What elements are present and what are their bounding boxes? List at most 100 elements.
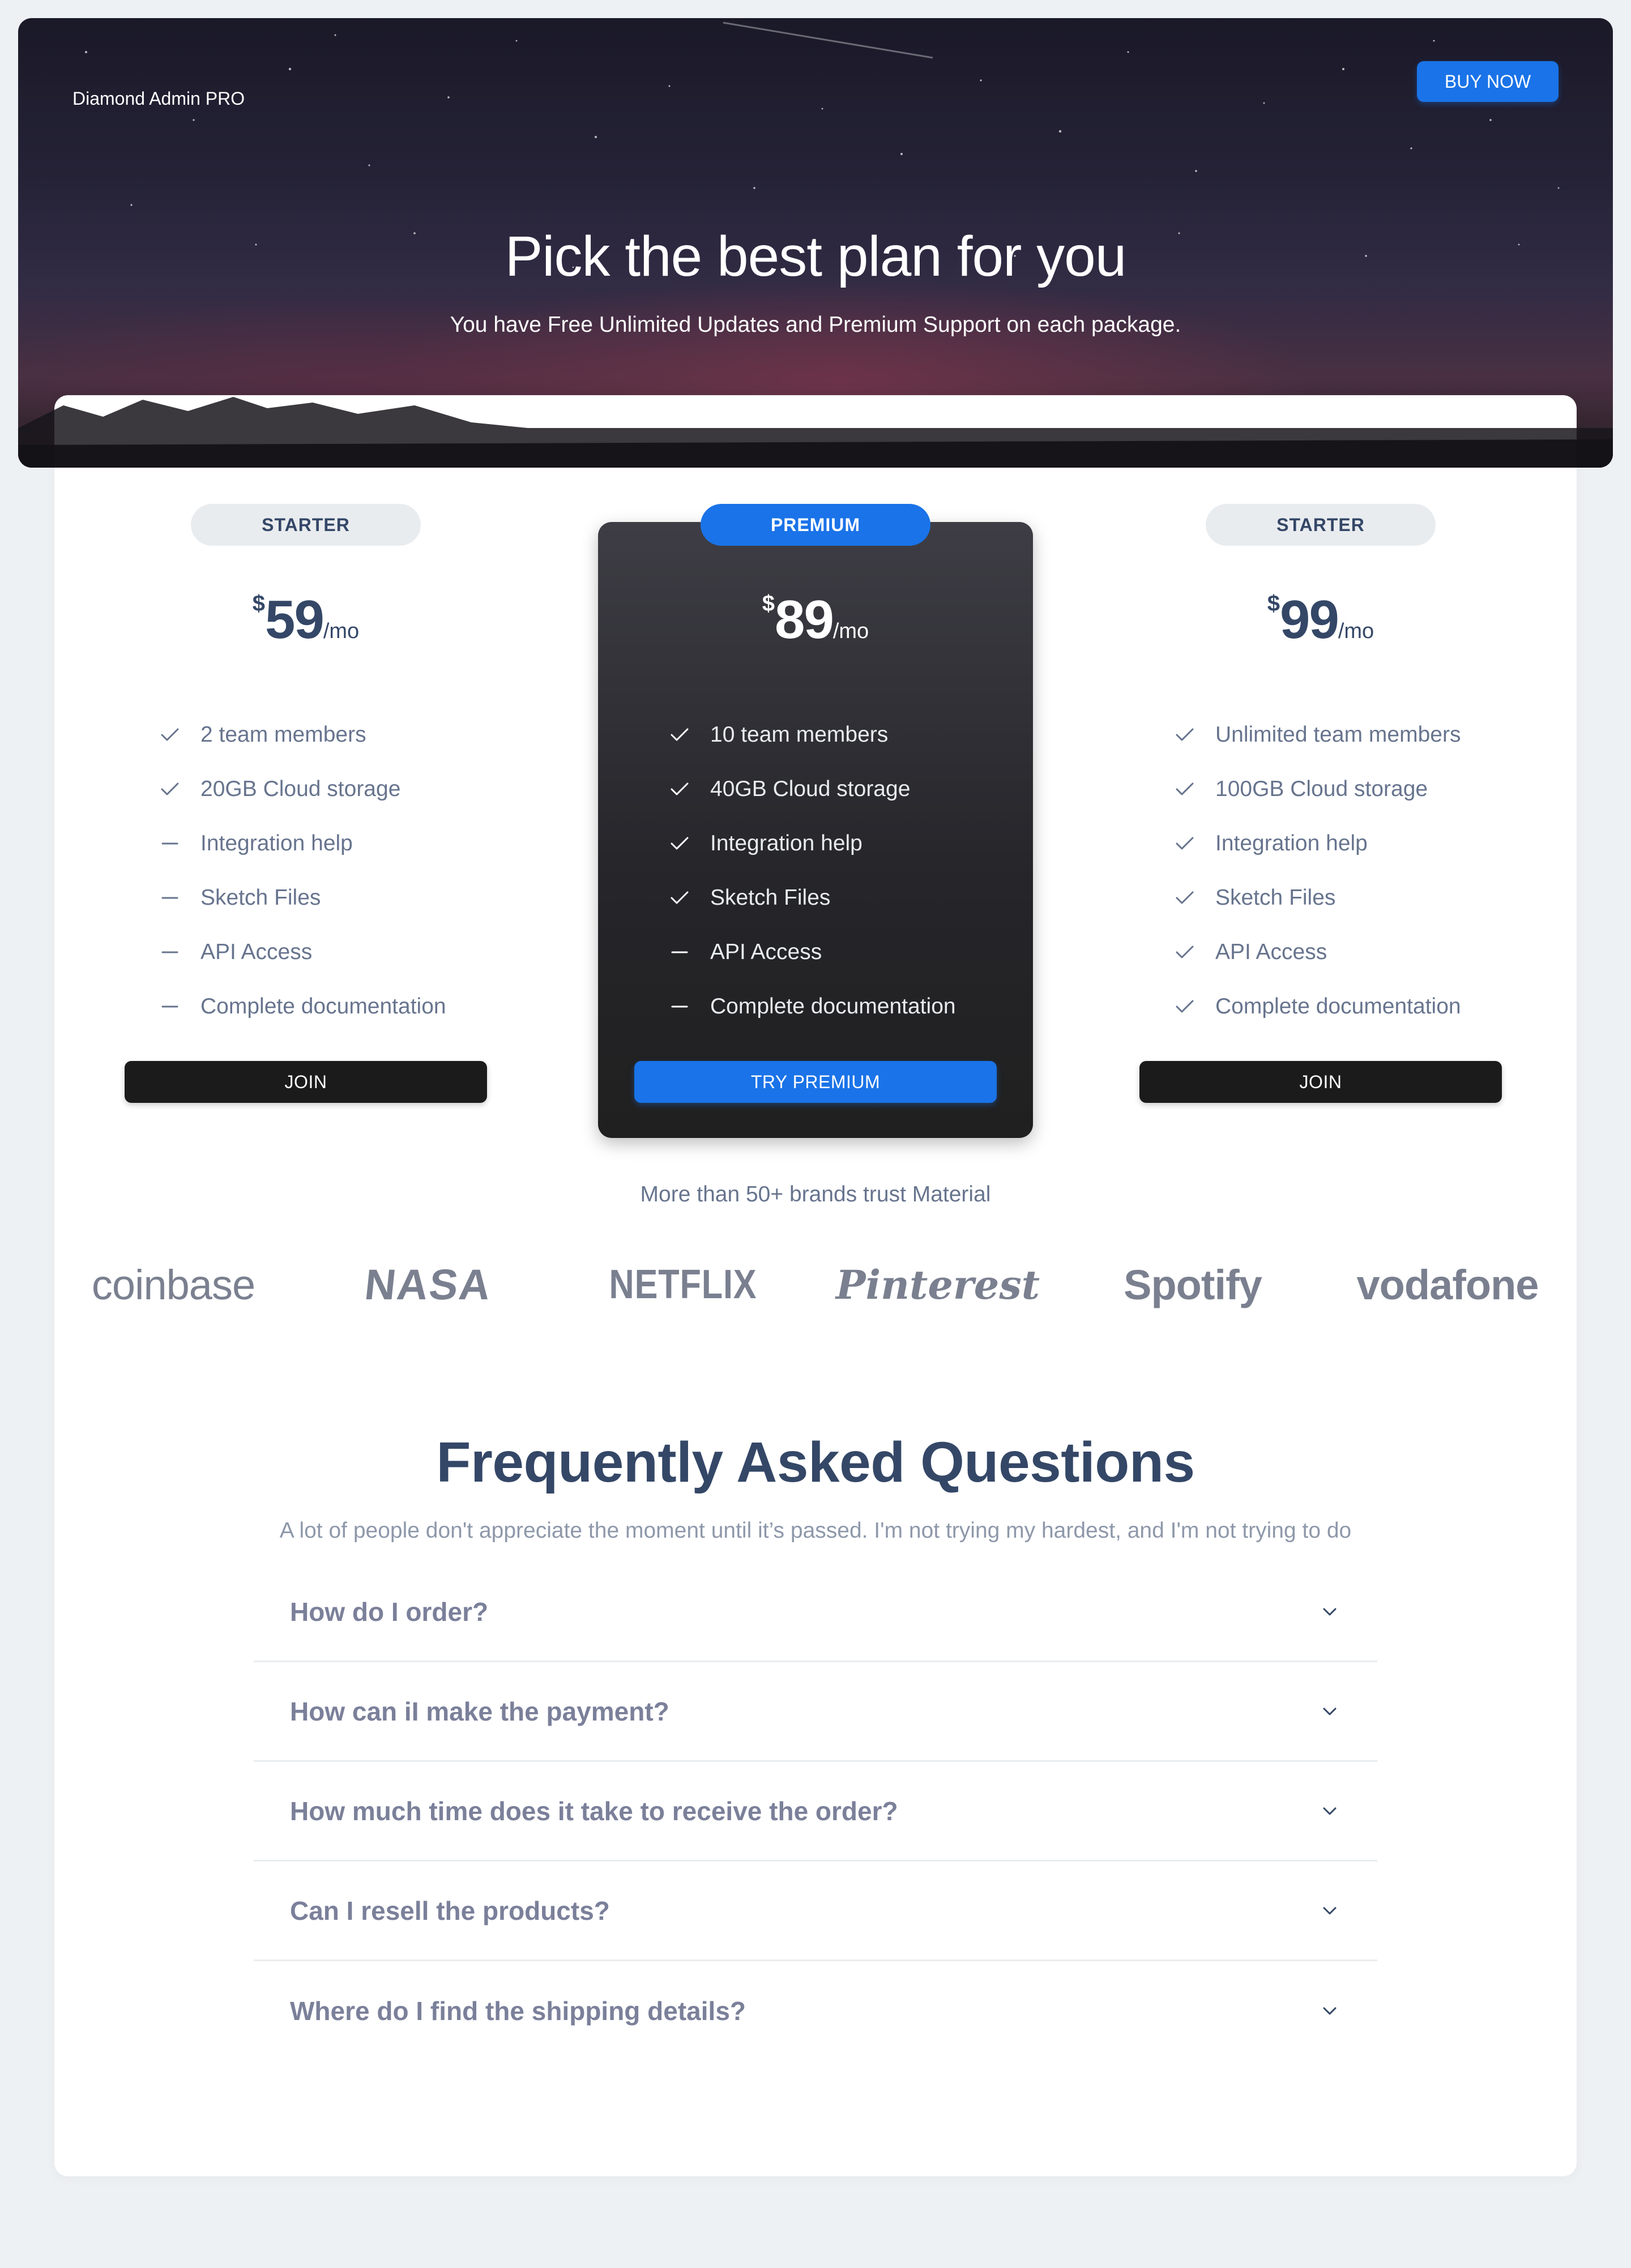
check-icon <box>668 832 691 855</box>
price-amount: 59 <box>265 589 325 650</box>
feature-item: Sketch Files <box>1173 871 1461 925</box>
faq-accordion: How do I order? How can iI make the paym… <box>254 1563 1377 2061</box>
feature-item: Integration help <box>159 816 446 871</box>
feature-item: API Access <box>668 925 956 979</box>
chevron-down-icon[interactable] <box>1318 1601 1341 1623</box>
mountains-silhouette <box>18 397 1613 468</box>
feature-label: Complete documentation <box>200 994 446 1019</box>
price-amount: 99 <box>1280 589 1339 650</box>
faq-item[interactable]: Can I resell the products? <box>254 1862 1377 1961</box>
dash-icon <box>159 941 181 964</box>
faq-question: Where do I find the shipping details? <box>290 1996 746 2026</box>
feature-list: 2 team members 20GB Cloud storage Integrat… <box>159 708 446 1034</box>
feature-item: Unlimited team members <box>1173 708 1461 762</box>
coinbase-logo: coinbase <box>91 1261 255 1308</box>
faq-item[interactable]: How much time does it take to receive th… <box>254 1762 1377 1862</box>
faq-question: How can iI make the payment? <box>290 1696 669 1726</box>
check-icon <box>1173 724 1196 746</box>
pinterest-logo: Pinterest <box>835 1261 1040 1308</box>
buy-now-button[interactable]: BUY NOW <box>1417 61 1559 102</box>
dash-icon <box>159 995 181 1018</box>
plan-badge: STARTER <box>1206 504 1436 546</box>
feature-label: Complete documentation <box>710 994 956 1019</box>
check-icon <box>1173 887 1196 909</box>
dash-icon <box>159 832 181 855</box>
feature-item: Sketch Files <box>159 871 446 925</box>
feature-label: Integration help <box>710 831 863 855</box>
feature-item: Complete documentation <box>668 979 956 1034</box>
feature-item: 20GB Cloud storage <box>159 762 446 816</box>
faq-question: How do I order? <box>290 1597 489 1627</box>
feature-label: Integration help <box>1215 831 1368 855</box>
chevron-down-icon[interactable] <box>1318 1800 1341 1822</box>
plan-badge: STARTER <box>191 504 421 546</box>
try-premium-button[interactable]: TRY PREMIUM <box>634 1061 997 1103</box>
feature-label: 20GB Cloud storage <box>200 777 401 801</box>
brand-name[interactable]: Diamond Admin PRO <box>72 88 245 109</box>
feature-label: 2 team members <box>200 722 366 747</box>
price-period: /mo <box>1338 619 1374 643</box>
feature-label: Sketch Files <box>710 885 831 910</box>
faq-question: How much time does it take to receive th… <box>290 1796 898 1826</box>
faq-item[interactable]: How do I order? <box>254 1563 1377 1662</box>
price-currency: $ <box>1267 591 1280 616</box>
feature-item: 40GB Cloud storage <box>668 762 956 816</box>
price-period: /mo <box>323 619 360 643</box>
page-title: Pick the best plan for you <box>505 225 1127 288</box>
chevron-down-icon[interactable] <box>1318 2000 1341 2022</box>
feature-item: Complete documentation <box>1173 979 1461 1034</box>
nasa-logo: NASA <box>362 1260 494 1309</box>
price-currency: $ <box>762 591 775 616</box>
faq-title: Frequently Asked Questions <box>436 1431 1195 1494</box>
feature-item: Sketch Files <box>668 871 956 925</box>
feature-label: Sketch Files <box>1215 885 1336 910</box>
faq-subtitle: A lot of people don't appreciate the mom… <box>279 1518 1352 1543</box>
chevron-down-icon[interactable] <box>1318 1700 1341 1723</box>
plan-badge: PREMIUM <box>701 504 930 546</box>
vodafone-logo: vodafone <box>1356 1261 1539 1308</box>
join-button[interactable]: JOIN <box>1139 1061 1502 1103</box>
feature-item: 100GB Cloud storage <box>1173 762 1461 816</box>
price-amount: 89 <box>775 589 834 650</box>
hero-header: Diamond Admin PRO BUY NOW Pick the best … <box>18 18 1613 468</box>
feature-label: Complete documentation <box>1215 994 1461 1019</box>
join-button[interactable]: JOIN <box>125 1061 487 1103</box>
dash-icon <box>668 941 691 964</box>
check-icon <box>1173 941 1196 964</box>
pricing-card: STARTER $59/mo 2 team members 20GB Cloud … <box>54 395 1577 2176</box>
feature-label: 40GB Cloud storage <box>710 777 911 801</box>
feature-label: Unlimited team members <box>1215 722 1461 747</box>
dash-icon <box>668 995 691 1018</box>
check-icon <box>159 724 181 746</box>
faq-item[interactable]: Where do I find the shipping details? <box>254 1961 1377 2061</box>
plan-price: $99/mo <box>1139 589 1502 651</box>
feature-item: Integration help <box>1173 816 1461 871</box>
feature-item: 2 team members <box>159 708 446 762</box>
netflix-logo: NETFLIX <box>609 1262 757 1307</box>
check-icon <box>1173 832 1196 855</box>
faq-item[interactable]: How can iI make the payment? <box>254 1662 1377 1762</box>
check-icon <box>1173 778 1196 801</box>
price-period: /mo <box>832 619 869 643</box>
chevron-down-icon[interactable] <box>1318 1899 1341 1922</box>
brands-caption: More than 50+ brands trust Material <box>640 1182 991 1206</box>
price-currency: $ <box>252 591 266 616</box>
feature-label: 100GB Cloud storage <box>1215 777 1428 801</box>
feature-list: Unlimited team members 100GB Cloud storag… <box>1173 708 1461 1034</box>
check-icon <box>159 778 181 801</box>
feature-label: Sketch Files <box>200 885 321 910</box>
feature-list: 10 team members 40GB Cloud storage Integra… <box>668 708 956 1034</box>
feature-label: API Access <box>200 940 313 964</box>
feature-item: API Access <box>1173 925 1461 979</box>
feature-label: 10 team members <box>710 722 889 747</box>
feature-label: API Access <box>1215 940 1327 964</box>
faq-question: Can I resell the products? <box>290 1895 610 1925</box>
feature-label: API Access <box>710 940 822 964</box>
plan-price: $59/mo <box>125 589 487 651</box>
page-subtitle: You have Free Unlimited Updates and Prem… <box>450 313 1181 337</box>
plan-price: $89/mo <box>598 589 1033 651</box>
check-icon <box>668 778 691 801</box>
feature-label: Integration help <box>200 831 353 855</box>
check-icon <box>668 887 691 909</box>
feature-item: 10 team members <box>668 708 956 762</box>
